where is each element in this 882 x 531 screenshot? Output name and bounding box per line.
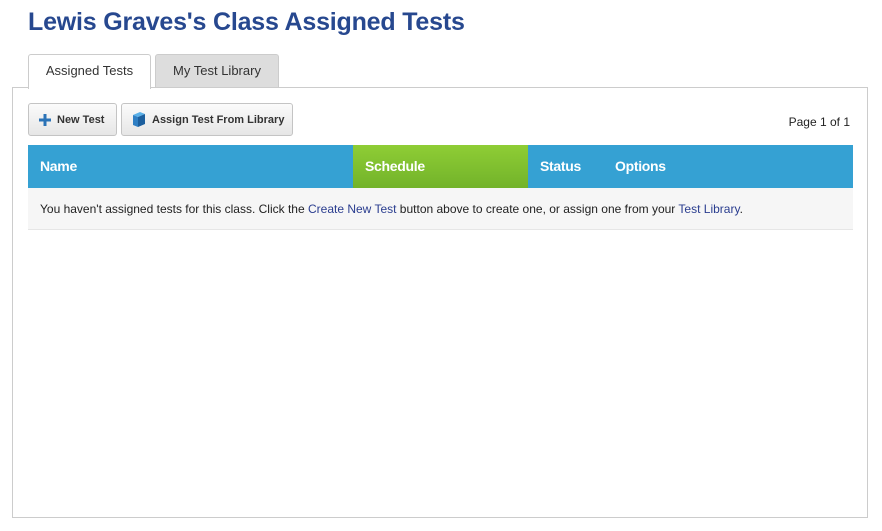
new-test-label: New Test xyxy=(57,113,105,126)
column-header-name[interactable]: Name xyxy=(28,145,353,188)
test-library-link[interactable]: Test Library xyxy=(678,202,739,216)
column-header-schedule[interactable]: Schedule xyxy=(353,145,528,188)
column-header-options: Options xyxy=(615,158,666,174)
assign-test-from-library-button[interactable]: Assign Test From Library xyxy=(121,103,293,136)
empty-message-text-3: . xyxy=(739,202,743,216)
tab-my-test-library[interactable]: My Test Library xyxy=(155,54,279,87)
pagination-info: Page 1 of 1 xyxy=(788,115,850,129)
page-title: Lewis Graves's Class Assigned Tests xyxy=(28,8,465,36)
plus-icon xyxy=(39,113,51,126)
new-test-button[interactable]: New Test xyxy=(28,103,117,136)
tab-bar: Assigned Tests My Test Library xyxy=(28,54,279,89)
table-header: Name Schedule Status Options xyxy=(28,145,853,188)
create-new-test-link[interactable]: Create New Test xyxy=(308,202,396,216)
empty-message-text-2: button above to create one, or assign on… xyxy=(396,202,679,216)
tab-assigned-tests[interactable]: Assigned Tests xyxy=(28,54,151,89)
empty-table-message: You haven't assigned tests for this clas… xyxy=(28,188,853,230)
empty-message-text-1: You haven't assigned tests for this clas… xyxy=(40,202,308,216)
assign-test-label: Assign Test From Library xyxy=(152,113,285,126)
column-header-status[interactable]: Status xyxy=(528,145,603,188)
book-icon xyxy=(132,112,146,127)
